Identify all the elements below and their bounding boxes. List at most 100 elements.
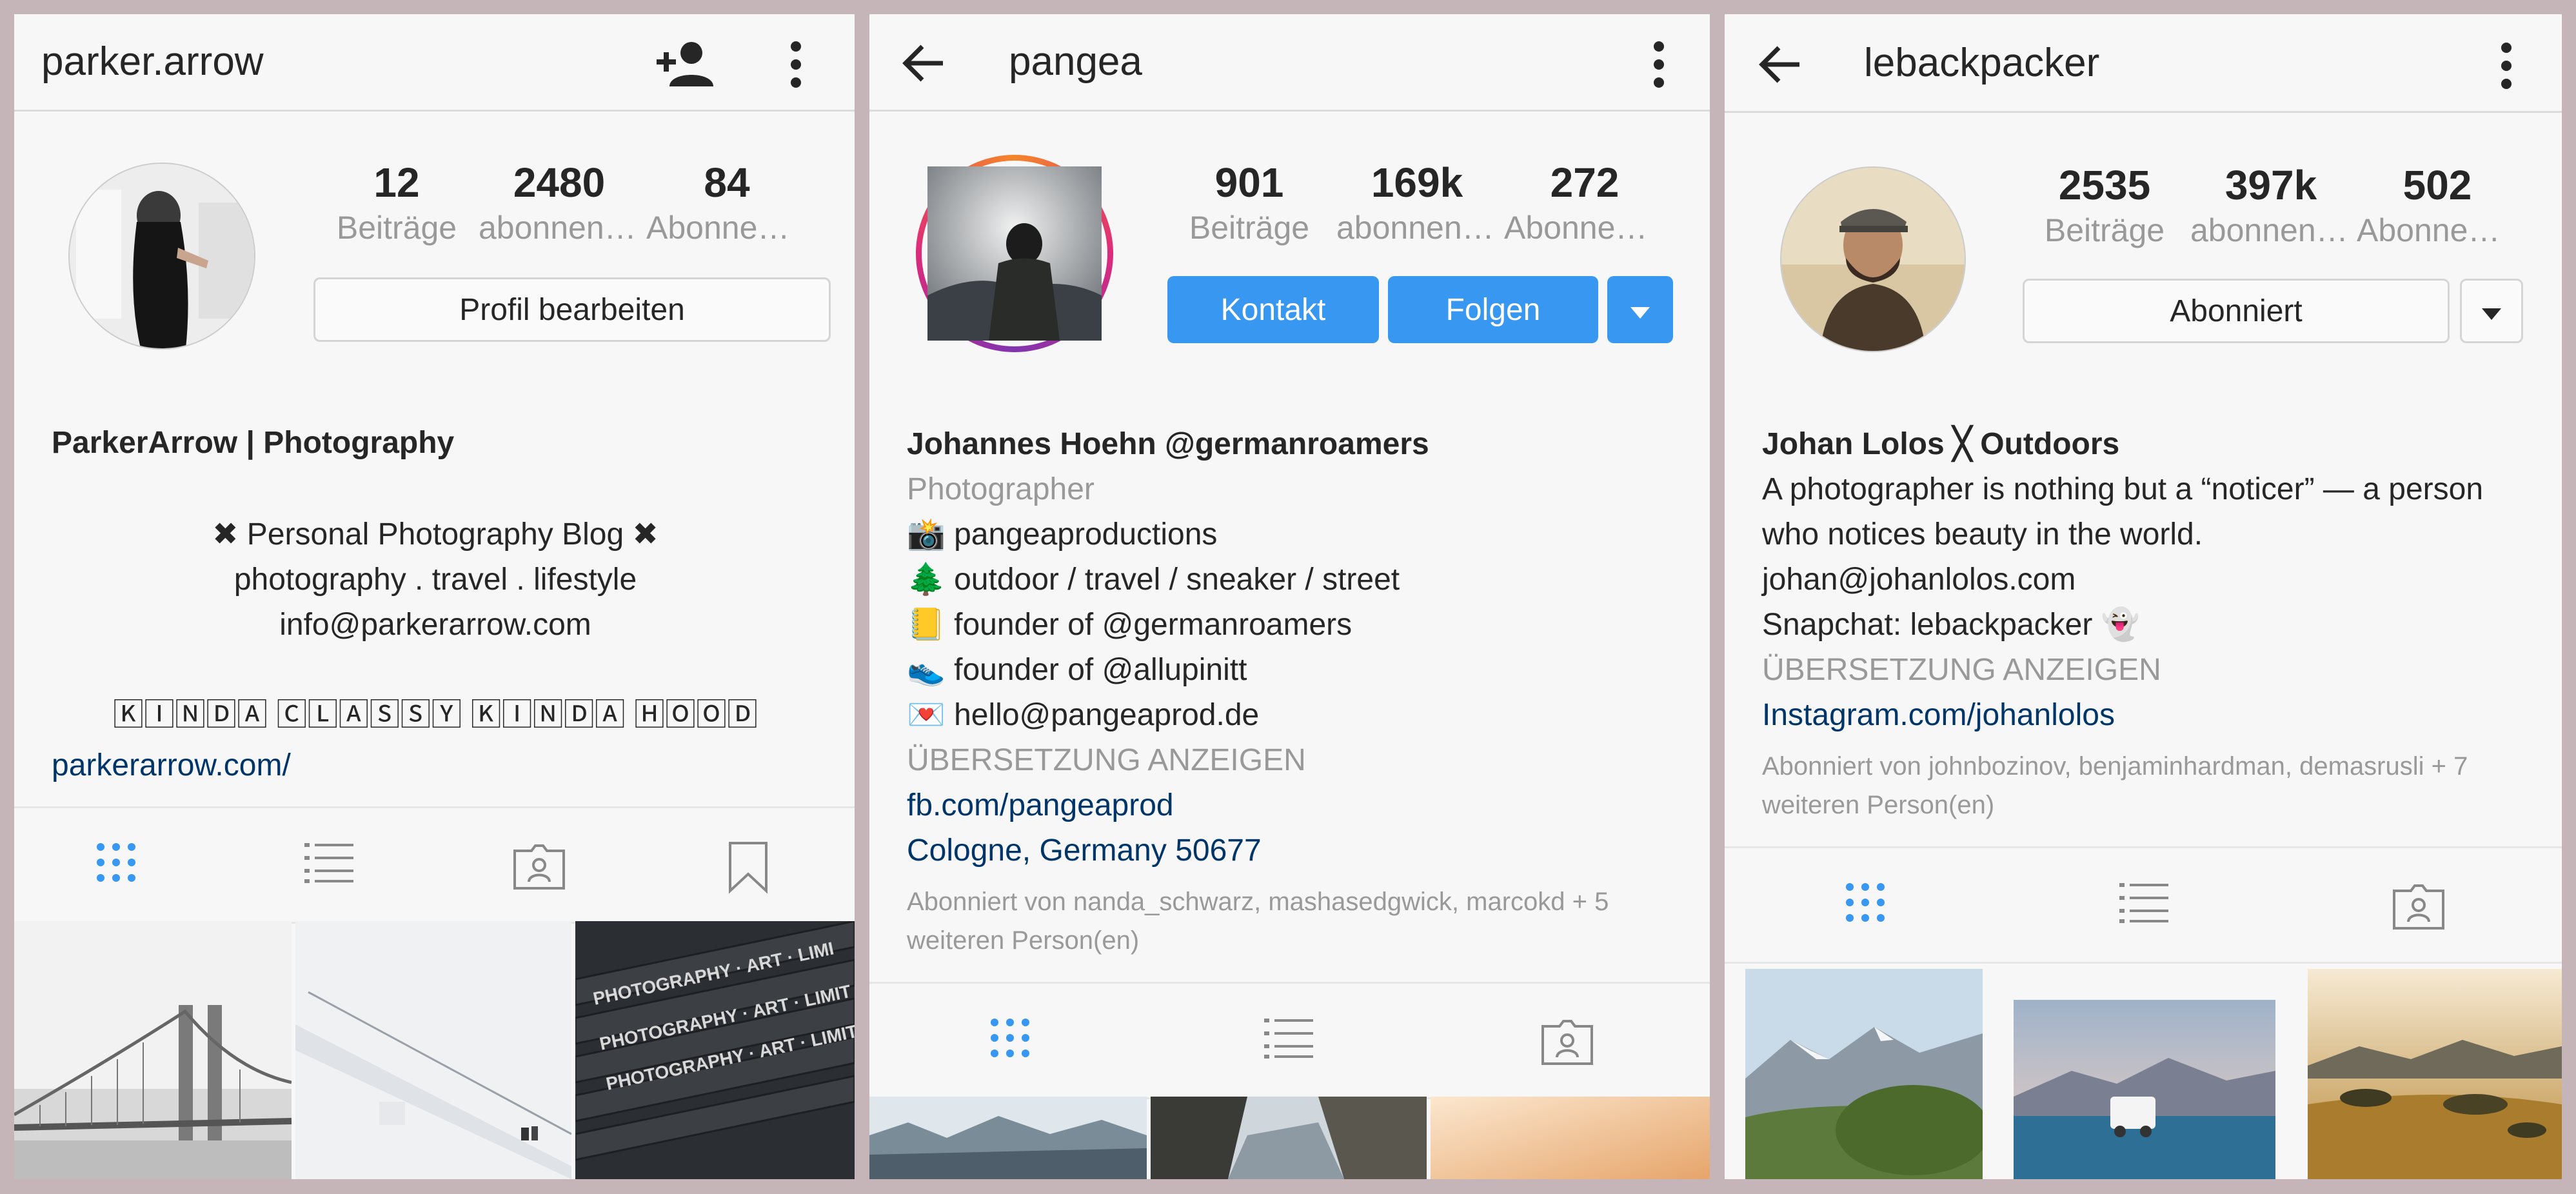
followed-by-text[interactable]: Abonniert von johnbozinov, benjaminhardm… bbox=[1762, 747, 2530, 824]
stat-posts[interactable]: 901 Beiträge bbox=[1169, 157, 1330, 248]
bio-text: Johan Lolos ╳ Outdoors A photographer is… bbox=[1762, 422, 2530, 824]
photo-grid: PHOTOGRAPHY · ART · LIMI PHOTOGRAPHY · A… bbox=[14, 921, 855, 1179]
bookmark-icon[interactable] bbox=[728, 842, 769, 897]
list-icon[interactable] bbox=[304, 842, 353, 886]
grid-photo[interactable] bbox=[1431, 1097, 1710, 1179]
grid-photo[interactable] bbox=[869, 1097, 1147, 1179]
bio-line: 👟 founder of @allupinitt bbox=[907, 653, 1247, 687]
bio-line: ✖ Personal Photography Blog ✖ bbox=[212, 517, 659, 552]
stat-following-count: 84 bbox=[704, 159, 750, 206]
bio-line: Snapchat: lebackpacker 👻 bbox=[1762, 608, 2140, 642]
contact-button[interactable]: Kontakt bbox=[1167, 276, 1379, 343]
stat-followers-count: 397k bbox=[2224, 162, 2317, 208]
avatar-story-ring[interactable] bbox=[916, 155, 1113, 352]
more-vertical-icon[interactable] bbox=[1651, 40, 1667, 92]
followed-by-text[interactable]: Abonniert von nanda_schwarz, mashasedgwi… bbox=[907, 882, 1681, 960]
grid-photo[interactable] bbox=[14, 921, 292, 1179]
back-arrow-icon[interactable] bbox=[902, 44, 944, 86]
top-bar: pangea bbox=[869, 14, 1710, 112]
grid-icon[interactable] bbox=[989, 1017, 1031, 1062]
more-vertical-icon[interactable] bbox=[2499, 41, 2514, 94]
profile-panel-pangea: pangea 901 Beiträge 169k abonnent... 272… bbox=[869, 14, 1710, 1179]
profile-tabs bbox=[14, 806, 855, 924]
bio-line: 🌲 outdoor / travel / sneaker / street bbox=[907, 562, 1400, 597]
avatar[interactable] bbox=[1780, 166, 1966, 352]
profile-username: lebackpacker bbox=[1864, 41, 2100, 85]
more-vertical-icon[interactable] bbox=[788, 40, 804, 92]
avatar[interactable] bbox=[68, 163, 255, 350]
show-translation-link[interactable]: ÜBERSETZUNG ANZEIGEN bbox=[1762, 648, 2530, 693]
stat-followers-label: abonnent... bbox=[479, 210, 640, 246]
stat-followers[interactable]: 2480 abonnent... bbox=[479, 157, 640, 248]
stat-following[interactable]: 502 Abonnem... bbox=[2357, 160, 2518, 250]
stat-posts-label: Beiträge bbox=[1189, 210, 1310, 246]
grid-icon[interactable] bbox=[1845, 882, 1886, 926]
stat-following[interactable]: 84 Abonnem... bbox=[646, 157, 807, 248]
stat-posts-count: 12 bbox=[373, 159, 420, 206]
profile-panel-lebackpacker: lebackpacker 2535 Beiträge 397k abonnent… bbox=[1725, 14, 2562, 1179]
stat-following-label: Abonnem... bbox=[2357, 212, 2518, 248]
back-arrow-icon[interactable] bbox=[1758, 45, 1801, 87]
bio-line: A photographer is nothing but a “noticer… bbox=[1762, 472, 2484, 552]
top-bar: lebackpacker bbox=[1725, 14, 2562, 113]
photo-grid bbox=[1725, 961, 2562, 1179]
stat-posts-label: Beiträge bbox=[336, 210, 457, 246]
follow-button[interactable]: Folgen bbox=[1388, 276, 1598, 343]
stat-following-count: 272 bbox=[1550, 159, 1620, 206]
profile-tabs bbox=[1725, 846, 2562, 964]
tagged-icon[interactable] bbox=[1540, 1017, 1594, 1070]
stat-followers-label: abonnent... bbox=[2190, 212, 2352, 248]
stat-following[interactable]: 272 Abonnem... bbox=[1504, 157, 1665, 248]
bio-line: 💌 hello@pangeaprod.de bbox=[907, 698, 1260, 732]
grid-photo[interactable] bbox=[1745, 969, 1983, 1179]
grid-icon[interactable] bbox=[95, 842, 137, 886]
website-link[interactable]: fb.com/pangeaprod bbox=[907, 783, 1681, 828]
grid-photo[interactable] bbox=[295, 921, 571, 1179]
grid-photo[interactable] bbox=[2014, 1000, 2275, 1179]
profile-tabs bbox=[869, 982, 1710, 1099]
top-bar: parker.arrow bbox=[14, 14, 855, 112]
stat-followers-label: abonnent... bbox=[1336, 210, 1498, 246]
location-link[interactable]: Cologne, Germany 50677 bbox=[907, 828, 1681, 873]
suggestions-dropdown-button[interactable] bbox=[1607, 276, 1673, 343]
bio-line: info@parkerarrow.com bbox=[279, 608, 591, 642]
edit-profile-button[interactable]: Profil bearbeiten bbox=[313, 277, 831, 342]
bio-tagline: 🄺🄸🄽🄳🄰 🄲🄻🄰🅂🅂🅈 🄺🄸🄽🄳🄰 🄷🄾🄾🄳 bbox=[112, 698, 758, 732]
avatar bbox=[927, 166, 1102, 341]
subscribed-button[interactable]: Abonniert bbox=[2023, 279, 2450, 343]
add-person-icon[interactable] bbox=[654, 40, 716, 92]
stat-following-label: Abonnem... bbox=[646, 210, 807, 246]
grid-photo[interactable] bbox=[1151, 1097, 1427, 1179]
profile-username: parker.arrow bbox=[41, 39, 264, 84]
grid-photo[interactable] bbox=[2308, 969, 2562, 1179]
bio-name: Johan Lolos ╳ Outdoors bbox=[1762, 427, 2120, 461]
bio-line: johan@johanlolos.com bbox=[1762, 562, 2076, 597]
website-link[interactable]: Instagram.com/johanlolos bbox=[1762, 693, 2530, 738]
bio-line: photography . travel . lifestyle bbox=[233, 562, 637, 597]
stat-posts-label: Beiträge bbox=[2044, 212, 2165, 248]
tagged-icon[interactable] bbox=[512, 842, 566, 894]
bio-name: ParkerArrow | Photography bbox=[52, 426, 455, 460]
list-icon[interactable] bbox=[2119, 882, 2168, 926]
bio-text: Johannes Hoehn @germanroamers Photograph… bbox=[907, 422, 1681, 960]
stat-posts-count: 2535 bbox=[2058, 162, 2151, 208]
suggestions-dropdown-button[interactable] bbox=[2460, 279, 2523, 343]
stat-followers[interactable]: 169k abonnent... bbox=[1336, 157, 1498, 248]
stat-posts[interactable]: 12 Beiträge bbox=[316, 157, 477, 248]
profile-panel-parker-arrow: parker.arrow 12 Beiträge 2480 abonnent..… bbox=[14, 14, 855, 1179]
stat-posts-count: 901 bbox=[1214, 159, 1284, 206]
stat-followers-count: 169k bbox=[1371, 159, 1463, 206]
website-link[interactable]: parkerarrow.com/ bbox=[52, 743, 291, 788]
chevron-down-icon bbox=[1630, 292, 1650, 328]
stat-posts[interactable]: 2535 Beiträge bbox=[2024, 160, 2185, 250]
grid-photo[interactable]: PHOTOGRAPHY · ART · LIMI PHOTOGRAPHY · A… bbox=[575, 921, 855, 1179]
list-icon[interactable] bbox=[1264, 1017, 1313, 1062]
stat-followers[interactable]: 397k abonnent... bbox=[2190, 160, 2352, 250]
show-translation-link[interactable]: ÜBERSETZUNG ANZEIGEN bbox=[907, 738, 1681, 783]
profile-username: pangea bbox=[1009, 39, 1142, 84]
chevron-down-icon bbox=[2482, 294, 2501, 329]
bio-name: Johannes Hoehn @germanroamers bbox=[907, 427, 1429, 461]
stat-following-count: 502 bbox=[2403, 162, 2472, 208]
tagged-icon[interactable] bbox=[2392, 882, 2446, 934]
stat-following-label: Abonnem... bbox=[1504, 210, 1665, 246]
